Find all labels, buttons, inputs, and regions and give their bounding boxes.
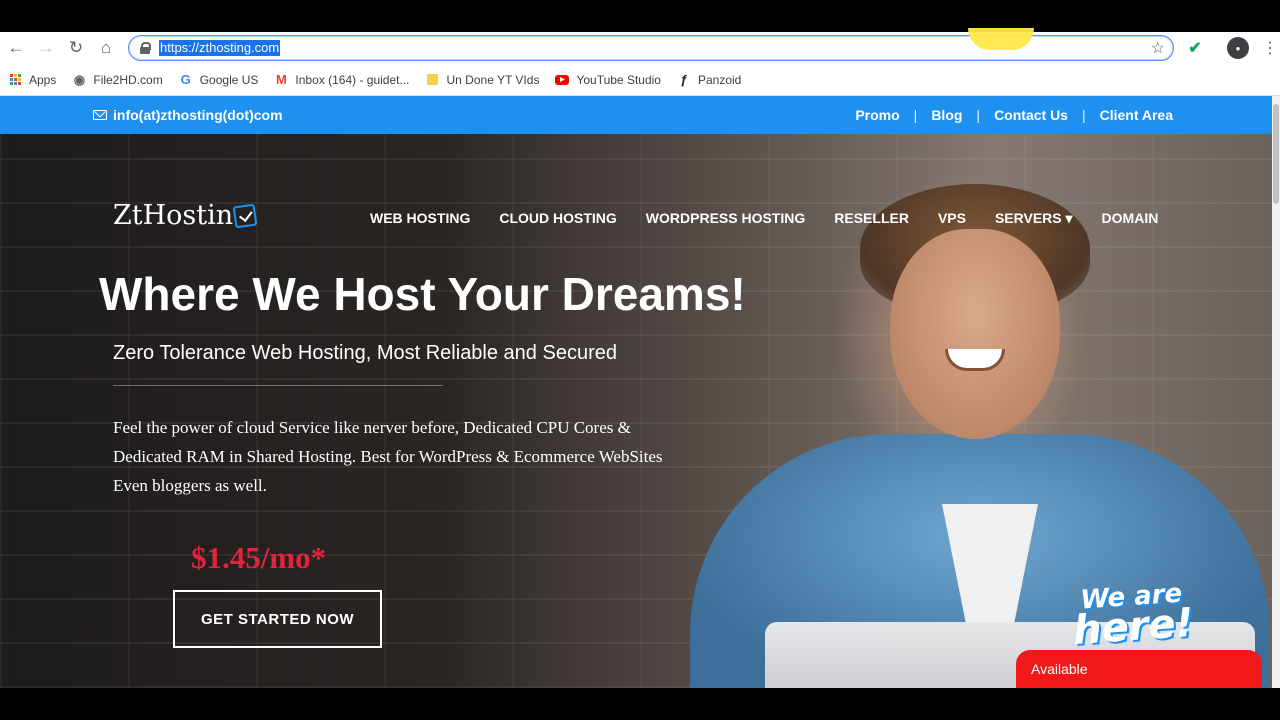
apps-grid-icon xyxy=(8,73,22,87)
url-text[interactable]: https://zthosting.com xyxy=(159,40,281,56)
bookmark-label: Un Done YT VIds xyxy=(446,72,540,87)
page-scrollbar[interactable] xyxy=(1272,96,1280,688)
bookmark-label: Google US xyxy=(199,72,259,87)
gmail-icon: M xyxy=(276,72,287,87)
panzoid-icon: ƒ xyxy=(680,72,688,87)
globe-icon: ◉ xyxy=(73,71,86,87)
get-started-button[interactable]: GET STARTED NOW xyxy=(173,590,382,648)
lock-icon[interactable] xyxy=(139,42,151,54)
bookmark-google-us[interactable]: G Google US xyxy=(179,72,259,87)
bookmark-undone-yt-vids[interactable]: Un Done YT VIds xyxy=(426,72,540,87)
browser-menu-icon[interactable]: ⋮ xyxy=(1260,38,1280,58)
nav-wordpress-hosting[interactable]: WORDPRESS HOSTING xyxy=(646,210,805,227)
youtube-icon: ▶ xyxy=(555,73,570,87)
blog-link[interactable]: Blog xyxy=(931,107,962,123)
link-separator: | xyxy=(913,107,918,123)
hero-subheadline: Zero Tolerance Web Hosting, Most Reliabl… xyxy=(113,342,617,364)
top-info-bar: info(at)zthosting(dot)com Promo | Blog |… xyxy=(0,96,1272,134)
contact-us-link[interactable]: Contact Us xyxy=(994,107,1068,123)
bookmarks-bar: Apps ◉ File2HD.com G Google US M Inbox (… xyxy=(0,64,1280,96)
bookmark-apps[interactable]: Apps xyxy=(8,73,56,87)
main-navigation: WEB HOSTING CLOUD HOSTING WORDPRESS HOST… xyxy=(370,210,1158,227)
hero-description: Feel the power of cloud Service like ner… xyxy=(113,418,663,495)
contact-email-text: info(at)zthosting(dot)com xyxy=(113,107,283,123)
chat-badge-line2: here! xyxy=(1071,599,1196,655)
link-separator: | xyxy=(1081,107,1086,123)
bookmark-label: Inbox (164) - guidet... xyxy=(295,72,410,87)
nav-domain[interactable]: DOMAIN xyxy=(1102,210,1159,227)
site-logo[interactable]: ZtHostin xyxy=(113,200,258,231)
scrollbar-thumb[interactable] xyxy=(1273,104,1279,204)
bookmark-youtube-studio[interactable]: ▶ YouTube Studio xyxy=(555,73,661,87)
hero-divider xyxy=(113,385,443,386)
browser-toolbar: ← → ↻ ⌂ https://zthosting.com ☆ xyxy=(0,32,1280,64)
bookmark-star-icon[interactable]: ☆ xyxy=(1151,38,1165,58)
nav-vps[interactable]: VPS xyxy=(938,210,966,227)
bookmark-label: YouTube Studio xyxy=(576,72,661,87)
extension-icon[interactable]: ✔ xyxy=(1185,38,1205,58)
bookmark-label: Panzoid xyxy=(697,72,742,87)
folder-icon xyxy=(426,73,440,87)
link-separator: | xyxy=(976,107,981,123)
bookmark-label: Apps xyxy=(29,72,57,87)
logo-text: ZtHostin xyxy=(113,200,234,231)
home-icon[interactable]: ⌂ xyxy=(91,33,121,63)
live-chat-tab[interactable]: Available xyxy=(1016,650,1262,688)
profile-avatar-icon[interactable]: ● xyxy=(1227,37,1249,59)
bookmark-label: File2HD.com xyxy=(93,72,163,87)
hero-section: ZtHostin WEB HOSTING CLOUD HOSTING WORDP… xyxy=(0,134,1272,688)
chat-badge[interactable]: We are here! xyxy=(1070,578,1196,655)
envelope-icon xyxy=(93,110,107,120)
bookmark-file2hd[interactable]: ◉ File2HD.com xyxy=(72,71,163,87)
client-area-link[interactable]: Client Area xyxy=(1100,107,1173,123)
hero-headline: Where We Host Your Dreams! xyxy=(99,268,746,320)
nav-cloud-hosting[interactable]: CLOUD HOSTING xyxy=(499,210,616,227)
reload-icon[interactable]: ↻ xyxy=(61,33,91,63)
top-links: Promo | Blog | Contact Us | Client Area xyxy=(855,107,1173,123)
contact-email[interactable]: info(at)zthosting(dot)com xyxy=(93,107,283,123)
video-letterbox-top xyxy=(0,0,1280,32)
video-letterbox-bottom xyxy=(0,688,1280,720)
nav-reseller[interactable]: RESELLER xyxy=(834,210,909,227)
chat-status: Available xyxy=(1031,661,1088,677)
logo-checkbox-icon xyxy=(232,203,258,228)
promo-link[interactable]: Promo xyxy=(855,107,899,123)
google-icon: G xyxy=(180,72,191,87)
nav-servers-dropdown[interactable]: SERVERS ▾ xyxy=(995,210,1073,227)
web-page: info(at)zthosting(dot)com Promo | Blog |… xyxy=(0,96,1272,688)
bookmark-inbox[interactable]: M Inbox (164) - guidet... xyxy=(274,72,410,87)
nav-web-hosting[interactable]: WEB HOSTING xyxy=(370,210,470,227)
hero-photo-face xyxy=(890,229,1060,439)
forward-arrow-icon[interactable]: → xyxy=(31,33,61,63)
back-arrow-icon[interactable]: ← xyxy=(1,33,31,63)
bookmark-panzoid[interactable]: ƒ Panzoid xyxy=(677,72,742,87)
hero-price: $1.45/mo* xyxy=(191,540,327,575)
